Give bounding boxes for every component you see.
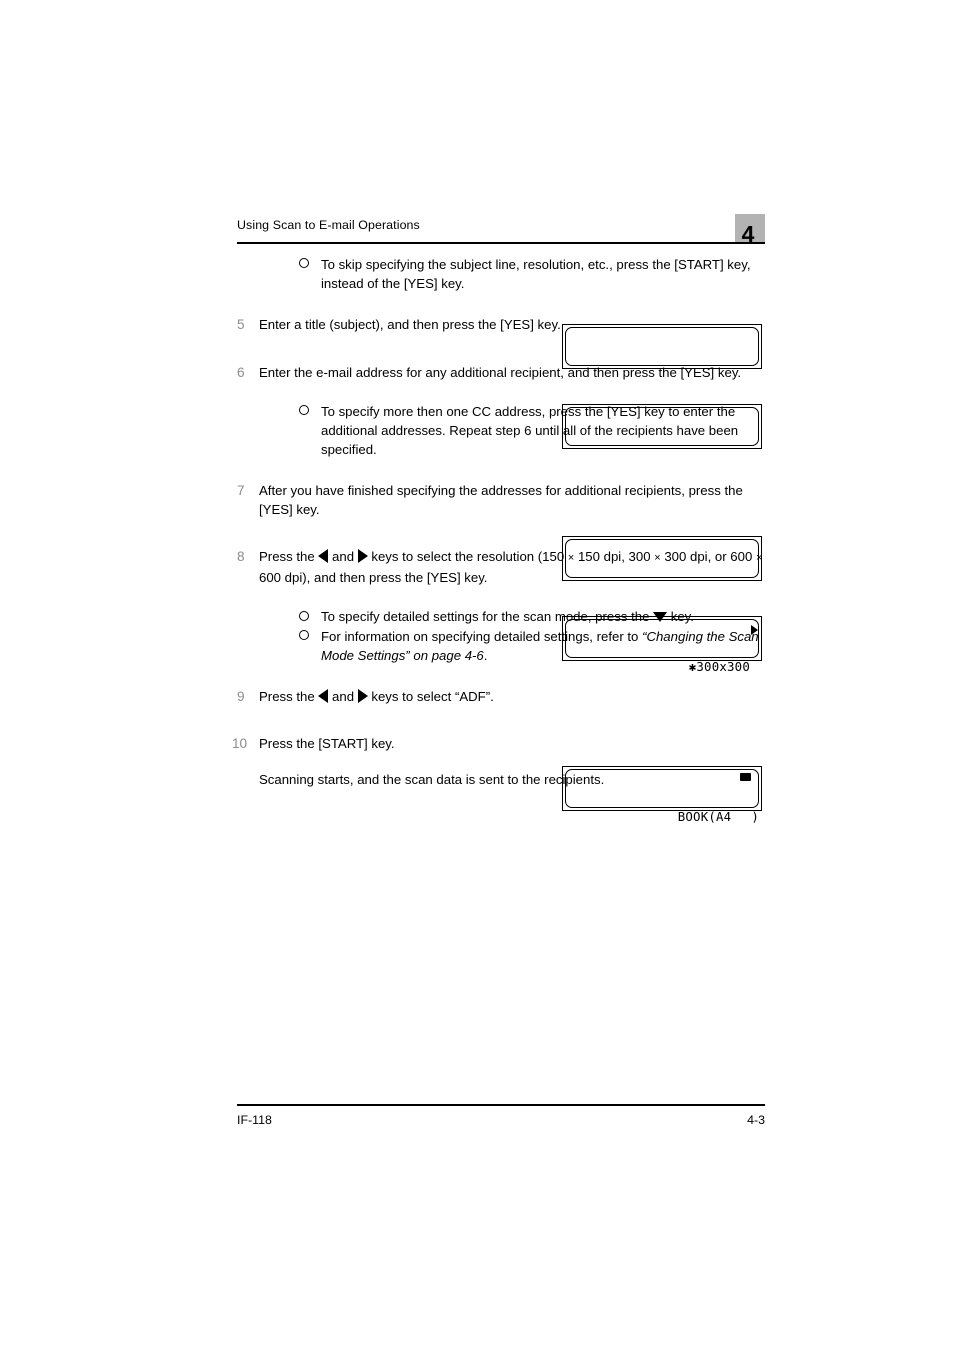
footer-divider: [237, 1104, 765, 1106]
step-9-text-part-2: and: [328, 688, 358, 704]
step-9-text: Press the and keys to select “ADF”.: [259, 687, 765, 706]
document-page: Using Scan to E-mail Operations 4 To ski…: [0, 0, 954, 1351]
header-divider: [237, 242, 765, 244]
bullet-text-part-1: To specify detailed settings for the sca…: [321, 609, 654, 625]
step-10-followup-text: Scanning starts, and the scan data is se…: [259, 771, 605, 787]
step-8-text-part-2: and: [328, 548, 358, 564]
step-6: 6 Enter the e-mail address for any addit…: [237, 363, 765, 382]
bullet-text-part-1: For information on specifying detailed s…: [321, 628, 643, 644]
right-arrow-icon: [357, 549, 368, 564]
bullet-circle-icon: [299, 627, 321, 646]
step-6-number: 6: [237, 365, 245, 381]
step-7: 7 After you have finished specifying the…: [237, 481, 765, 520]
step-8-text: Press the and keys to select the resolut…: [259, 547, 765, 588]
intro-bullet: To skip specifying the subject line, res…: [299, 255, 765, 294]
right-arrow-icon: [357, 689, 368, 704]
bullet-text-part-2: .: [483, 648, 488, 664]
bullet-2-after-step-8-text: For information on specifying detailed s…: [321, 627, 777, 666]
step-9-number: 9: [237, 688, 245, 704]
step-9: 9 Press the and keys to select “ADF”.: [237, 687, 765, 706]
step-8-text-part-6: 600 dpi), and then press the [YES] key.: [259, 570, 488, 586]
intro-bullet-text: To skip specifying the subject line, res…: [321, 257, 751, 292]
bullet-circle-icon: [299, 402, 321, 421]
step-10-followup: Scanning starts, and the scan data is se…: [237, 770, 765, 789]
page-header: Using Scan to E-mail Operations 4: [237, 214, 765, 252]
step-7-number: 7: [237, 482, 245, 498]
bullet-text-part-2: key.: [667, 609, 694, 625]
step-8-text-part-1: Press the: [259, 548, 319, 564]
step-8-text-part-4: 150 dpi, 300: [574, 548, 655, 564]
page-content: To skip specifying the subject line, res…: [232, 255, 765, 824]
bullet-1-after-step-8-text: To specify detailed settings for the sca…: [321, 607, 777, 626]
step-10-number: 10: [232, 736, 248, 752]
lcd-screen-step-5: SUBJ.=Scan data from OK=YES[A]: [565, 327, 759, 366]
bullet-2-after-step-8: For information on specifying detailed s…: [299, 627, 777, 666]
footer-document-id: IF-118: [237, 1113, 272, 1127]
step-5-number: 5: [237, 316, 245, 332]
bullet-circle-icon: [299, 255, 321, 274]
step-6-text: Enter the e-mail address for any additio…: [259, 365, 742, 381]
bullet-after-step-6: To specify more then one CC address, pre…: [299, 402, 769, 460]
step-8-number: 8: [237, 548, 245, 564]
multiply-sign: ×: [755, 551, 763, 564]
step-8-text-part-3: keys to select the resolution (150: [367, 548, 568, 564]
step-9-text-part-1: Press the: [259, 688, 319, 704]
down-arrow-icon: [653, 611, 668, 622]
left-arrow-icon: [318, 549, 329, 564]
footer-page-number: 4-3: [747, 1113, 765, 1127]
step-10-text: Press the [START] key.: [259, 736, 395, 752]
header-title: Using Scan to E-mail Operations: [237, 218, 420, 232]
bullet-1-after-step-8: To specify detailed settings for the sca…: [299, 607, 777, 626]
bullet-circle-icon: [299, 607, 321, 626]
bullet-after-step-6-text: To specify more then one CC address, pre…: [321, 403, 739, 458]
left-arrow-icon: [318, 689, 329, 704]
step-7-text: After you have finished specifying the a…: [259, 482, 743, 518]
chapter-number: 4: [741, 221, 755, 247]
step-10: 10 Press the [START] key.: [232, 734, 765, 753]
step-9-text-part-3: keys to select “ADF”.: [367, 688, 494, 704]
step-8-text-part-5: 300 dpi, or 600: [660, 548, 756, 564]
step-8: 8 Press the and keys to select the resol…: [237, 547, 765, 588]
